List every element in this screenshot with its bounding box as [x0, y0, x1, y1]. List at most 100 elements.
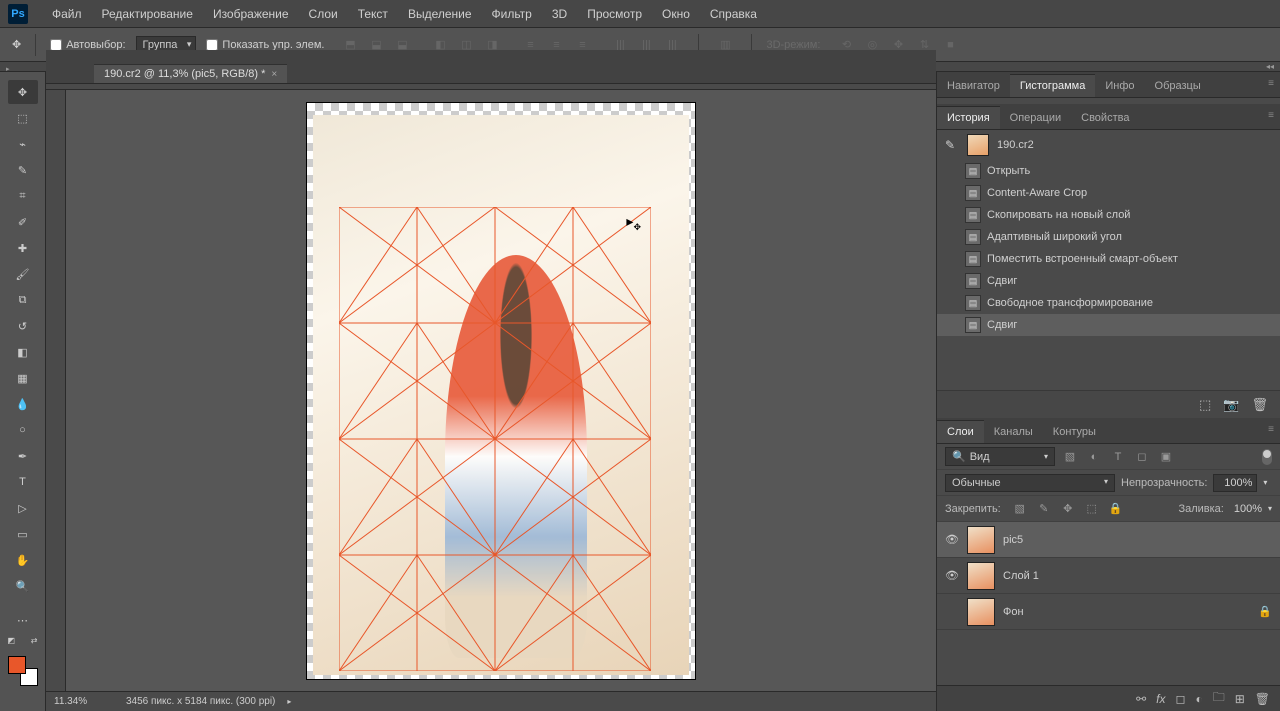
layer-filter-kind-select[interactable]: 🔍 Вид ▾ — [945, 447, 1055, 466]
clone-stamp-tool[interactable]: ⧉ — [8, 288, 38, 312]
show-transform-controls-checkbox[interactable]: Показать упр. элем. — [206, 39, 324, 51]
menu-3d[interactable]: 3D — [542, 7, 577, 21]
link-layers-icon[interactable]: ⚯ — [1136, 692, 1146, 706]
panel-menu-icon[interactable]: ≡ — [1268, 424, 1274, 435]
menu-text[interactable]: Текст — [348, 7, 398, 21]
history-step[interactable]: ▤Скопировать на новый слой — [937, 204, 1280, 226]
layer-name[interactable]: pic5 — [1003, 534, 1023, 546]
healing-brush-tool[interactable]: ✚ — [8, 236, 38, 260]
layer-mask-icon[interactable]: ◻ — [1175, 692, 1185, 706]
ruler-vertical[interactable] — [46, 90, 66, 691]
menu-help[interactable]: Справка — [700, 7, 767, 21]
delete-layer-icon[interactable]: 🗑 — [1255, 692, 1270, 706]
layer-thumbnail[interactable] — [967, 562, 995, 590]
panel-menu-icon[interactable]: ≡ — [1268, 78, 1274, 89]
menu-window[interactable]: Окно — [652, 7, 700, 21]
shape-tool[interactable]: ▭ — [8, 522, 38, 546]
lock-artboard-icon[interactable]: ⬚ — [1083, 500, 1101, 518]
history-step[interactable]: ▤Сдвиг — [937, 314, 1280, 336]
color-swatches[interactable] — [8, 656, 38, 686]
layer-name[interactable]: Слой 1 — [1003, 570, 1039, 582]
menu-file[interactable]: Файл — [42, 7, 92, 21]
zoom-tool[interactable]: 🔍 — [8, 574, 38, 598]
lasso-tool[interactable]: ⌁ — [8, 132, 38, 156]
move-tool[interactable]: ✥ — [8, 80, 38, 104]
history-step[interactable]: ▤Свободное трансформирование — [937, 292, 1280, 314]
filter-type-icon[interactable]: T — [1109, 448, 1127, 466]
delete-state-icon[interactable]: 🗑 — [1251, 397, 1268, 413]
gradient-tool[interactable]: ▦ — [8, 366, 38, 390]
menu-image[interactable]: Изображение — [203, 7, 299, 21]
menu-layers[interactable]: Слои — [299, 7, 348, 21]
new-layer-icon[interactable]: ⊞ — [1235, 692, 1245, 706]
path-select-tool[interactable]: ▷ — [8, 496, 38, 520]
filter-shape-icon[interactable]: ◻ — [1133, 448, 1151, 466]
layer-row[interactable]: Фон🔒 — [937, 594, 1280, 630]
artboard[interactable]: ▸✥ — [307, 103, 695, 679]
layer-visibility-icon[interactable]: 👁 — [945, 533, 959, 546]
history-brush-tool[interactable]: ↺ — [8, 314, 38, 338]
zoom-level[interactable]: 11.34% — [54, 696, 114, 707]
eyedropper-tool[interactable]: ✐ — [8, 210, 38, 234]
foreground-color-swatch[interactable] — [8, 656, 26, 674]
pen-tool[interactable]: ✒ — [8, 444, 38, 468]
quick-select-tool[interactable]: ✎ — [8, 158, 38, 182]
dodge-tool[interactable]: ○ — [8, 418, 38, 442]
edit-toolbar[interactable]: ⋯ — [8, 608, 38, 632]
document-tab[interactable]: 190.cr2 @ 11,3% (pic5, RGB/8) * × — [94, 64, 287, 83]
tab-paths[interactable]: Контуры — [1043, 421, 1106, 443]
history-source[interactable]: ✎ 190.cr2 — [937, 130, 1280, 160]
tab-navigator[interactable]: Навигатор — [937, 75, 1010, 97]
history-step[interactable]: ▤Content-Aware Crop — [937, 182, 1280, 204]
adjustment-layer-icon[interactable]: ◐ — [1195, 692, 1202, 706]
marquee-tool[interactable]: ⬚ — [8, 106, 38, 130]
filter-smart-icon[interactable]: ▣ — [1157, 448, 1175, 466]
type-tool[interactable]: T — [8, 470, 38, 494]
create-document-from-state-icon[interactable]: ⬚ — [1199, 397, 1211, 413]
new-snapshot-icon[interactable]: 📷 — [1223, 397, 1239, 413]
blur-tool[interactable]: 💧 — [8, 392, 38, 416]
layer-thumbnail[interactable] — [967, 598, 995, 626]
lock-image-icon[interactable]: ✎ — [1035, 500, 1053, 518]
menu-edit[interactable]: Редактирование — [92, 7, 203, 21]
menu-view[interactable]: Просмотр — [577, 7, 652, 21]
layer-thumbnail[interactable] — [967, 526, 995, 554]
tab-channels[interactable]: Каналы — [984, 421, 1043, 443]
crop-tool[interactable]: ⌗ — [8, 184, 38, 208]
tab-history[interactable]: История — [937, 106, 1000, 129]
hand-tool[interactable]: ✋ — [8, 548, 38, 572]
history-step[interactable]: ▤Поместить встроенный смарт-объект — [937, 248, 1280, 270]
fill-value[interactable]: 100% — [1234, 503, 1262, 515]
eraser-tool[interactable]: ◧ — [8, 340, 38, 364]
filter-adjustment-icon[interactable]: ◐ — [1085, 448, 1103, 466]
layer-style-icon[interactable]: fx — [1156, 692, 1165, 706]
filter-toggle-switch[interactable] — [1262, 449, 1272, 465]
opacity-value[interactable]: 100% — [1213, 474, 1257, 492]
panel-menu-icon[interactable]: ≡ — [1268, 110, 1274, 121]
chevron-down-icon[interactable]: ▾ — [1263, 478, 1267, 487]
tab-swatches[interactable]: Образцы — [1145, 75, 1211, 97]
layer-row[interactable]: 👁 pic5 — [937, 522, 1280, 558]
doc-info[interactable]: 3456 пикс. x 5184 пикс. (300 ppi) — [126, 696, 275, 707]
layer-group-icon[interactable]: 🗀 — [1213, 688, 1225, 709]
layer-name[interactable]: Фон — [1003, 606, 1024, 618]
tab-layers[interactable]: Слои — [937, 420, 984, 443]
history-step[interactable]: ▤Открыть — [937, 160, 1280, 182]
tab-info[interactable]: Инфо — [1095, 75, 1144, 97]
layer-row[interactable]: 👁 Слой 1 — [937, 558, 1280, 594]
blend-mode-select[interactable]: Обычные ▾ — [945, 474, 1115, 492]
lock-transparency-icon[interactable]: ▧ — [1011, 500, 1029, 518]
history-brush-icon[interactable]: ✎ — [945, 138, 959, 152]
menu-filter[interactable]: Фильтр — [482, 7, 542, 21]
status-menu-icon[interactable]: ▸ — [287, 697, 291, 706]
tab-properties[interactable]: Свойства — [1071, 107, 1139, 129]
swatch-mini-icons[interactable]: ◩⇄ — [8, 636, 38, 648]
layer-visibility-icon[interactable]: 👁 — [945, 569, 959, 582]
history-step[interactable]: ▤Адаптивный широкий угол — [937, 226, 1280, 248]
brush-tool[interactable]: 🖌 — [8, 262, 38, 286]
tab-histogram[interactable]: Гистограмма — [1010, 74, 1096, 97]
close-tab-icon[interactable]: × — [271, 69, 277, 80]
panel-collapse-icon[interactable]: ◂◂ — [1266, 62, 1280, 71]
autoselect-checkbox[interactable]: Автовыбор: — [50, 39, 125, 51]
menu-select[interactable]: Выделение — [398, 7, 482, 21]
